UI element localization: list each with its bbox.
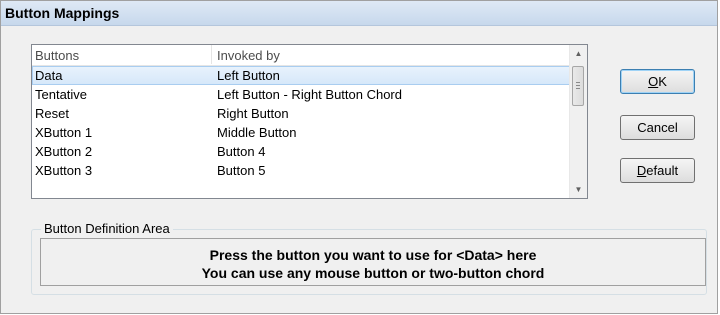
list-row-xbutton-2[interactable]: XButton 2 Button 4 [32, 142, 570, 161]
ok-button[interactable]: OK [620, 69, 695, 94]
list-row-data[interactable]: Data Left Button [32, 66, 570, 85]
row-button-name: Tentative [35, 87, 88, 102]
definition-instruction-line-2: You can use any mouse button or two-butt… [201, 265, 545, 281]
column-separator[interactable] [211, 45, 212, 64]
button-definition-area-label: Button Definition Area [41, 221, 173, 236]
default-accelerator: D [636, 163, 647, 178]
column-header-invoked-by[interactable]: Invoked by [217, 48, 280, 63]
row-invoked-by: Left Button - Right Button Chord [217, 87, 402, 102]
row-button-name: XButton 3 [35, 163, 93, 178]
list-rows: Data Left Button Tentative Left Button -… [32, 66, 570, 180]
row-invoked-by: Button 4 [217, 144, 266, 159]
definition-instruction-line-1: Press the button you want to use for <Da… [209, 247, 537, 263]
row-button-name: Reset [35, 106, 69, 121]
grip-line [576, 82, 580, 83]
button-definition-area[interactable]: Press the button you want to use for <Da… [40, 238, 706, 286]
ok-accelerator: O [648, 74, 659, 89]
scrollbar-thumb[interactable] [572, 66, 584, 106]
row-button-name: XButton 1 [35, 125, 93, 140]
title-bar[interactable]: Button Mappings [1, 1, 717, 26]
row-invoked-by: Middle Button [217, 125, 297, 140]
default-button[interactable]: Default [620, 158, 695, 183]
button-mappings-list[interactable]: Buttons Invoked by Data Left Button Tent… [31, 44, 588, 199]
row-invoked-by: Right Button [217, 106, 289, 121]
scroll-down-arrow-icon[interactable]: ▼ [570, 181, 587, 198]
list-row-xbutton-1[interactable]: XButton 1 Middle Button [32, 123, 570, 142]
window-title: Button Mappings [5, 5, 120, 21]
row-invoked-by: Left Button [217, 68, 280, 83]
list-row-xbutton-3[interactable]: XButton 3 Button 5 [32, 161, 570, 180]
list-row-tentative[interactable]: Tentative Left Button - Right Button Cho… [32, 85, 570, 104]
row-button-name: Data [35, 68, 63, 83]
cancel-button[interactable]: Cancel [620, 115, 695, 140]
default-label-post: efault [646, 163, 679, 178]
vertical-scrollbar[interactable]: ▲ ▼ [569, 45, 587, 198]
row-button-name: XButton 2 [35, 144, 93, 159]
grip-line [576, 85, 580, 86]
list-row-reset[interactable]: Reset Right Button [32, 104, 570, 123]
grip-line [576, 88, 580, 89]
row-invoked-by: Button 5 [217, 163, 266, 178]
button-mappings-dialog: Button Mappings Buttons Invoked by Data … [0, 0, 718, 314]
column-header-buttons[interactable]: Buttons [35, 48, 79, 63]
list-header: Buttons Invoked by [32, 45, 570, 66]
scroll-up-arrow-icon[interactable]: ▲ [570, 45, 587, 62]
ok-label-post: K [658, 74, 667, 89]
